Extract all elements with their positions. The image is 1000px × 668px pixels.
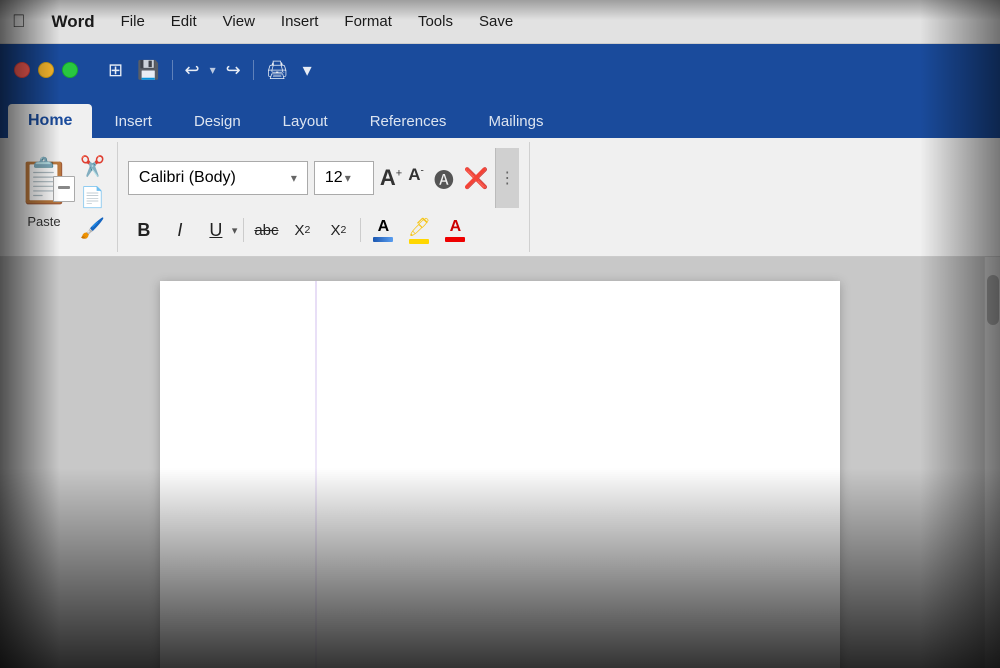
save-menu[interactable]: Save [475, 11, 517, 32]
tab-mailings[interactable]: Mailings [468, 105, 563, 138]
font-color-red-button[interactable]: A [439, 218, 471, 242]
undo-icon[interactable]: ↩ [181, 56, 204, 85]
font-group: Calibri (Body) ▾ 12 ▾ A+ A- [118, 142, 530, 252]
font-shrink-button[interactable]: A- [408, 165, 424, 191]
paste-page-icon [53, 176, 75, 202]
toolbar-separator [172, 60, 173, 80]
document-decoration-line [315, 281, 317, 668]
bold-button[interactable]: B [128, 214, 160, 246]
font-size-buttons: A+ A- [380, 165, 424, 191]
redo-icon[interactable]: ↪ [222, 56, 245, 85]
highlight-color-bar-yellow [409, 239, 429, 244]
highlighter-icon: 🖊 [408, 217, 431, 238]
font-size-selector[interactable]: 12 ▾ [314, 161, 374, 195]
title-bar: ⊞ 💾 ↩ ▾ ↪ 🖨 ▾ [0, 44, 1000, 96]
change-case-icon[interactable]: 🅐 [434, 164, 454, 193]
strikethrough-button[interactable]: abc [250, 214, 282, 246]
font-group-launcher[interactable]: ⋮ [495, 148, 519, 208]
format-row: B I U ▾ abc X2 [128, 214, 519, 246]
clipboard-group: 📋 Paste ✂️ 📄 🖌️ [8, 142, 118, 252]
italic-button[interactable]: I [164, 214, 196, 246]
tools-menu[interactable]: Tools [414, 11, 457, 32]
tab-insert[interactable]: Insert [94, 105, 172, 138]
save-icon[interactable]: 💾 [133, 56, 163, 85]
format-separator [243, 218, 244, 242]
font-name-selector[interactable]: Calibri (Body) ▾ [128, 161, 308, 195]
undo-dropdown-icon[interactable]: ▾ [210, 63, 216, 77]
vertical-scrollbar[interactable] [984, 257, 1000, 668]
maximize-button[interactable] [62, 62, 78, 78]
highlight-color-button[interactable]: 🖊 [403, 217, 435, 244]
document-area [0, 257, 1000, 668]
document-paper[interactable] [160, 281, 840, 668]
word-app:  Word File Edit View Insert Format Tool… [0, 0, 1000, 668]
tab-layout[interactable]: Layout [263, 105, 348, 138]
underline-dropdown-icon[interactable]: ▾ [232, 224, 238, 237]
font-dropdown-arrow-icon: ▾ [291, 171, 297, 185]
apple-logo-icon[interactable]:  [12, 11, 26, 32]
font-grow-button[interactable]: A+ [380, 165, 402, 191]
underline-group: U ▾ [200, 214, 238, 246]
toolbar-separator2 [253, 60, 254, 80]
more-toolbar-icon[interactable]: ▾ [299, 56, 316, 85]
traffic-lights [14, 62, 78, 78]
app-name-menu[interactable]: Word [48, 10, 99, 34]
close-button[interactable] [14, 62, 30, 78]
ribbon-content-home: 📋 Paste ✂️ 📄 🖌️ [0, 138, 1000, 257]
minimize-button[interactable] [38, 62, 54, 78]
format-menu[interactable]: Format [340, 11, 396, 32]
paste-label: Paste [27, 214, 60, 229]
screen:  Word File Edit View Insert Format Tool… [0, 0, 1000, 668]
underline-button[interactable]: U [200, 214, 232, 246]
font-color-bar-blue [373, 237, 393, 242]
format-separator2 [360, 218, 361, 242]
edit-menu[interactable]: Edit [167, 11, 201, 32]
font-selector-row: Calibri (Body) ▾ 12 ▾ A+ A- [128, 148, 519, 208]
file-menu[interactable]: File [117, 11, 149, 32]
format-painter-icon[interactable]: 🖌️ [80, 216, 105, 241]
superscript-button[interactable]: X2 [322, 214, 354, 246]
ribbon-tabs: Home Insert Design Layout References Mai… [0, 96, 1000, 138]
print-icon[interactable]: 🖨 [262, 56, 293, 85]
mac-menubar:  Word File Edit View Insert Format Tool… [0, 0, 1000, 44]
paste-button[interactable]: 📋 Paste [20, 154, 68, 229]
clipboard-tools: ✂️ 📄 🖌️ [80, 154, 105, 241]
sidebar-toggle-icon[interactable]: ⊞ [104, 56, 127, 85]
font-color-button[interactable]: A [367, 218, 399, 242]
tab-references[interactable]: References [350, 105, 467, 138]
font-color-bar-red [445, 237, 465, 242]
subscript-button[interactable]: X2 [286, 214, 318, 246]
clear-formatting-icon[interactable]: ❌ [464, 166, 489, 191]
insert-menu[interactable]: Insert [277, 11, 323, 32]
scrollbar-thumb[interactable] [987, 275, 999, 325]
copy-icon[interactable]: 📄 [80, 185, 105, 210]
view-menu[interactable]: View [219, 11, 259, 32]
cut-icon[interactable]: ✂️ [80, 154, 105, 179]
tab-design[interactable]: Design [174, 105, 261, 138]
tab-home[interactable]: Home [8, 104, 92, 138]
size-dropdown-arrow-icon: ▾ [345, 171, 351, 185]
quick-access-toolbar: ⊞ 💾 ↩ ▾ ↪ 🖨 ▾ [104, 56, 316, 85]
